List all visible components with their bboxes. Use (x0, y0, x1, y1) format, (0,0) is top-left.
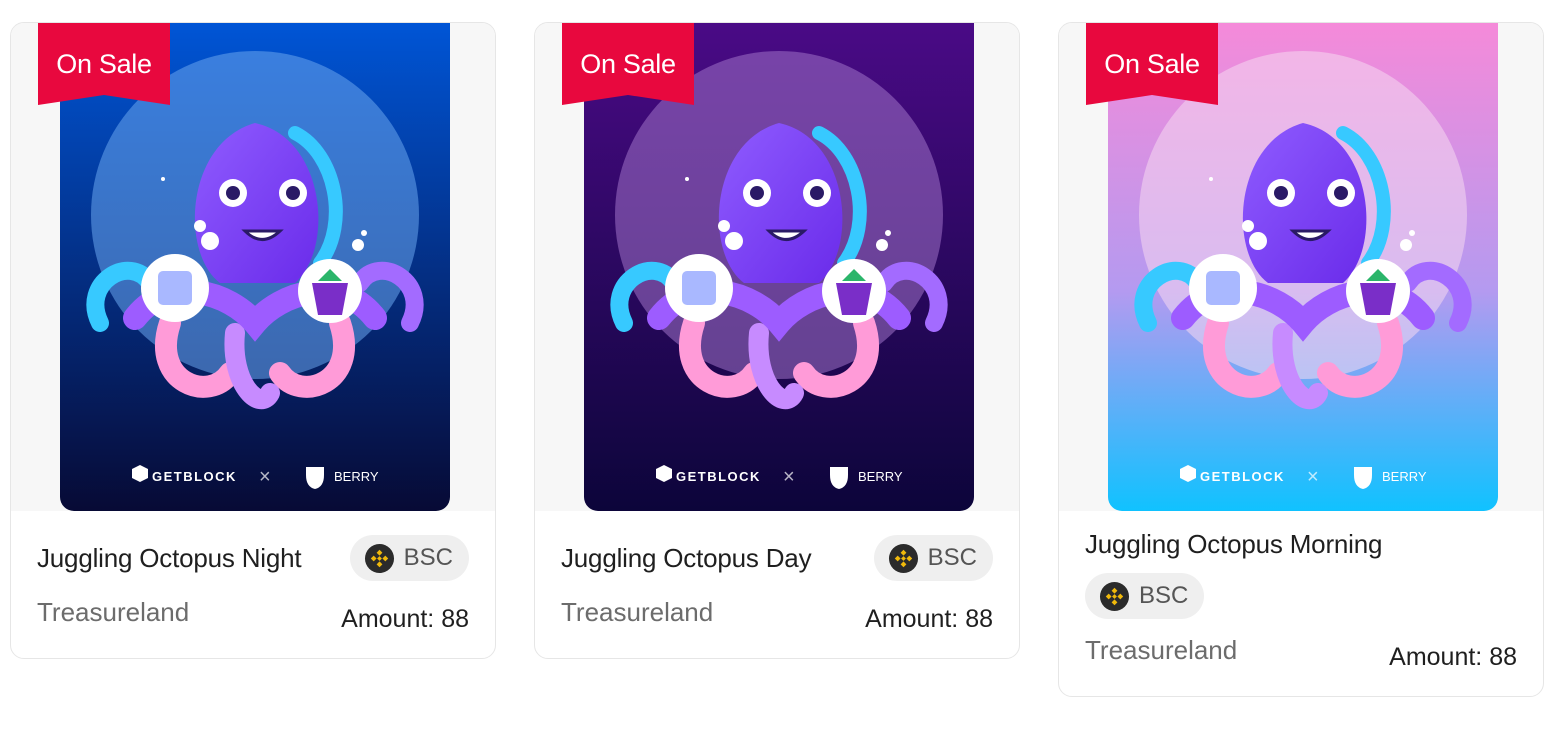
nft-title[interactable]: Juggling Octopus Day (561, 543, 812, 574)
on-sale-badge: On Sale (1086, 23, 1218, 105)
chain-badge: BSC (1085, 573, 1205, 619)
bnb-icon (364, 543, 394, 573)
chain-label: BSC (1139, 582, 1189, 609)
svg-text:GETBLOCK: GETBLOCK (1200, 469, 1285, 484)
chain-label: BSC (927, 544, 977, 571)
chain-badge: BSC (873, 535, 993, 581)
nft-title[interactable]: Juggling Octopus Morning (1085, 529, 1517, 560)
on-sale-label: On Sale (56, 49, 152, 79)
nft-card-morning[interactable]: GETBLOCK × BERRY On Sale Juggling Octopu… (1058, 22, 1544, 697)
bnb-icon (1099, 581, 1130, 611)
amount-text: Amount: 88 (341, 605, 469, 633)
svg-text:×: × (783, 466, 795, 488)
on-sale-label: On Sale (580, 49, 676, 79)
amount-text: Amount: 88 (865, 605, 993, 633)
chain-badge: BSC (349, 535, 469, 581)
svg-text:BERRY: BERRY (1382, 469, 1427, 484)
nft-card-day[interactable]: GETBLOCK × BERRY On Sale Juggling Octopu… (534, 22, 1020, 659)
svg-text:BERRY: BERRY (334, 469, 379, 484)
creator-name[interactable]: Treasureland (1085, 635, 1237, 666)
on-sale-label: On Sale (1104, 49, 1200, 79)
svg-text:×: × (1307, 466, 1319, 488)
creator-name[interactable]: Treasureland (37, 597, 189, 628)
creator-name[interactable]: Treasureland (561, 597, 713, 628)
bnb-icon (888, 543, 918, 573)
nft-image-area[interactable]: GETBLOCK × BERRY On Sale (535, 23, 1019, 511)
on-sale-badge: On Sale (38, 23, 170, 105)
nft-card-night[interactable]: GETBLOCK × BERRY On Sale Juggling Octopu… (10, 22, 496, 659)
amount-text: Amount: 88 (1389, 643, 1517, 671)
nft-image-area[interactable]: GETBLOCK × BERRY On Sale (11, 23, 495, 511)
svg-text:×: × (259, 466, 271, 488)
nft-title[interactable]: Juggling Octopus Night (37, 543, 302, 574)
svg-text:GETBLOCK: GETBLOCK (676, 469, 761, 484)
svg-text:BERRY: BERRY (858, 469, 903, 484)
svg-text:GETBLOCK: GETBLOCK (152, 469, 237, 484)
chain-label: BSC (403, 544, 453, 571)
on-sale-badge: On Sale (562, 23, 694, 105)
nft-image-area[interactable]: GETBLOCK × BERRY On Sale (1059, 23, 1543, 511)
